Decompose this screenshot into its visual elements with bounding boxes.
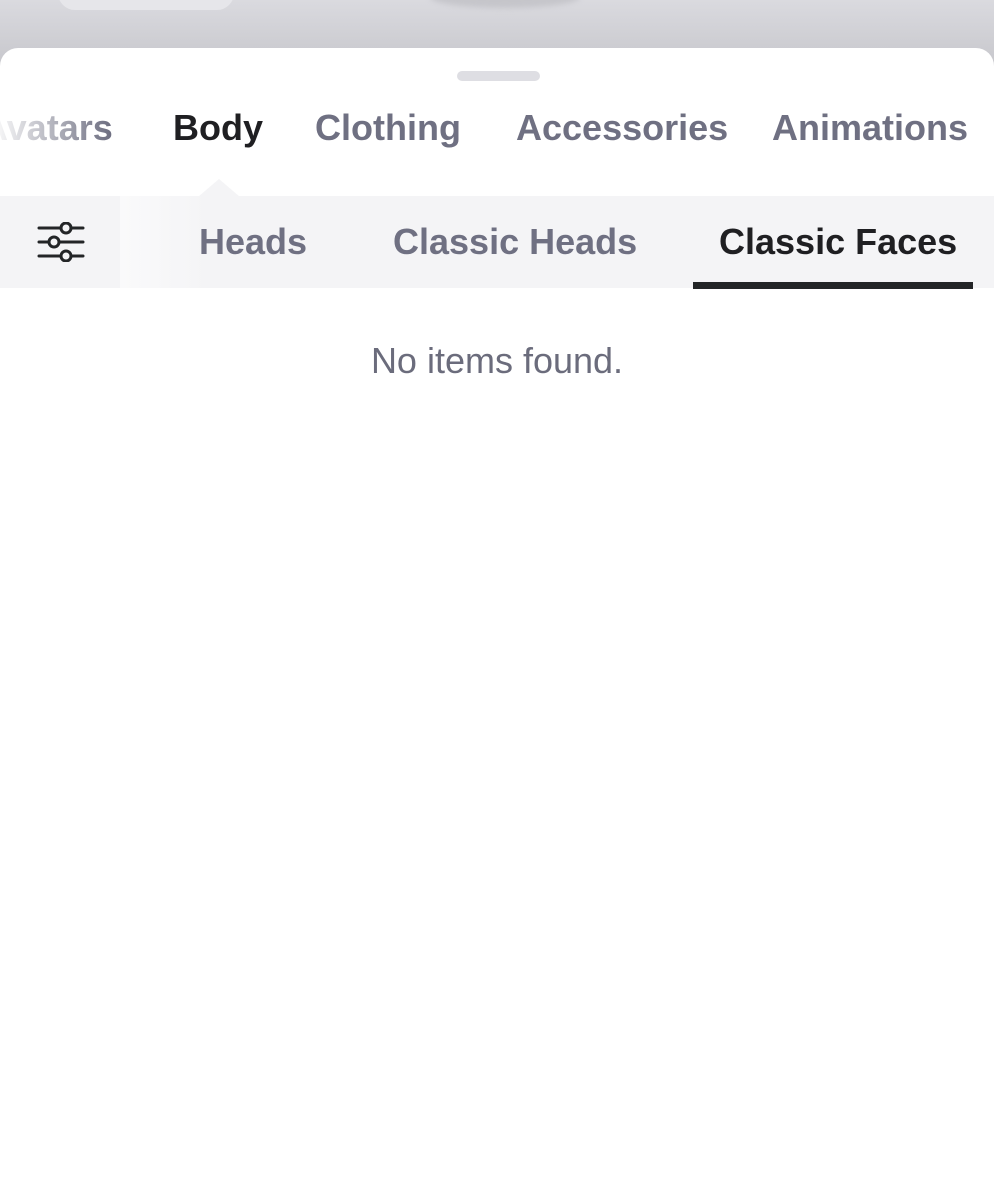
- tab-clothing[interactable]: Clothing: [315, 96, 461, 160]
- subtab-classic-heads[interactable]: Classic Heads: [393, 196, 637, 288]
- subtab-heads[interactable]: Heads: [199, 196, 307, 288]
- filter-button[interactable]: [0, 196, 120, 288]
- sheet-grabber-handle[interactable]: [457, 71, 540, 81]
- tab-avatars[interactable]: Avatars: [0, 96, 113, 160]
- backdrop-pill: [58, 0, 234, 10]
- subtab-scroll-fade: [120, 196, 210, 288]
- tab-animations[interactable]: Animations: [772, 96, 968, 160]
- category-tab-bar: Avatars Body Clothing Accessories Animat…: [0, 96, 994, 160]
- sliders-icon: [37, 222, 85, 262]
- subtab-classic-faces[interactable]: Classic Faces: [719, 196, 957, 288]
- active-subtab-underline: [693, 282, 973, 289]
- tab-accessories[interactable]: Accessories: [516, 96, 728, 160]
- active-tab-indicator-caret: [198, 179, 240, 197]
- empty-state-message: No items found.: [370, 340, 624, 381]
- tab-body[interactable]: Body: [173, 96, 263, 160]
- subcategory-tab-bar: Heads Classic Heads Classic Faces: [0, 196, 994, 288]
- backdrop-shadow: [430, 0, 580, 8]
